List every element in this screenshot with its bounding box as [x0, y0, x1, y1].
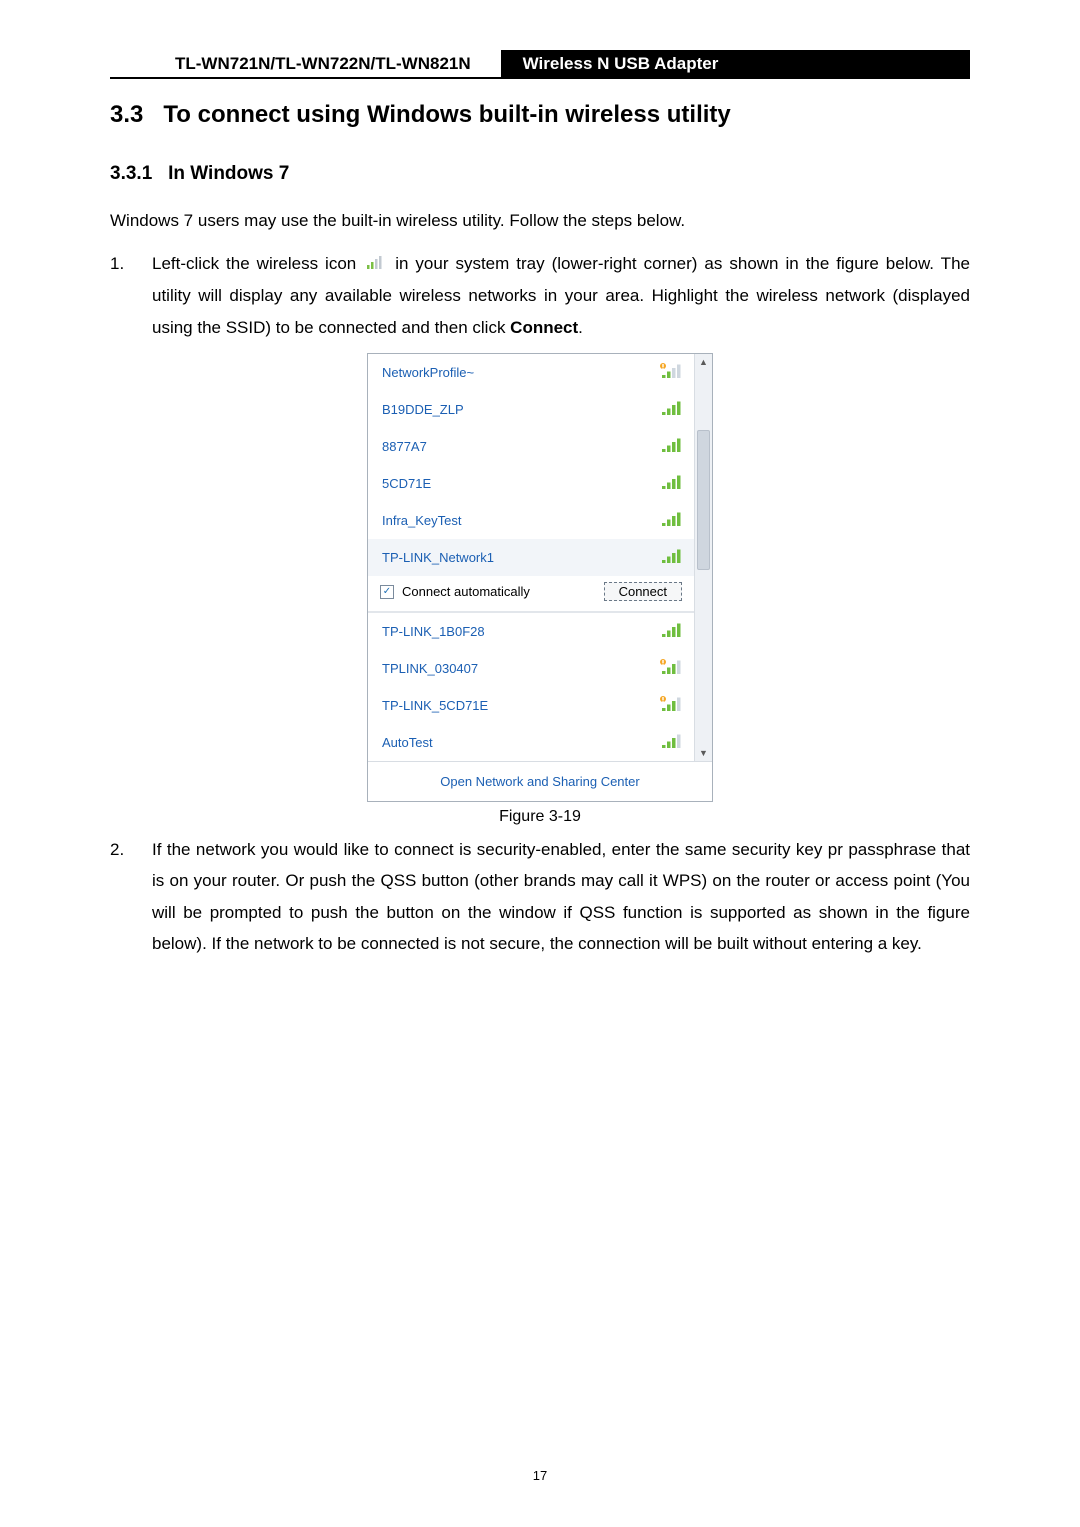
- wifi-ssid: 5CD71E: [382, 476, 431, 491]
- wifi-ssid: AutoTest: [382, 735, 433, 750]
- section-heading: 3.3 To connect using Windows built-in wi…: [110, 101, 970, 129]
- page-number: 17: [0, 1468, 1080, 1483]
- doc-header: TL-WN721N/TL-WN722N/TL-WN821N Wireless N…: [110, 50, 970, 79]
- wifi-network-row[interactable]: TP-LINK_1B0F28: [368, 612, 694, 650]
- signal-strength-icon: [660, 400, 682, 419]
- wifi-network-row[interactable]: TPLINK_030407: [368, 650, 694, 687]
- signal-strength-icon: [660, 548, 682, 567]
- step1-connect-word: Connect: [510, 318, 578, 337]
- wifi-flyout-panel: NetworkProfile~ B19DDE_ZLP 8877A7 5CD71E Inf…: [367, 353, 713, 802]
- scroll-track[interactable]: [695, 370, 712, 745]
- wifi-network-row[interactable]: B19DDE_ZLP: [368, 391, 694, 428]
- connect-auto-checkbox[interactable]: ✓: [380, 585, 394, 599]
- intro-paragraph: Windows 7 users may use the built-in wir…: [110, 207, 970, 236]
- wifi-ssid: TP-LINK_1B0F28: [382, 624, 485, 639]
- tray-wifi-icon: [366, 249, 385, 280]
- wifi-network-row[interactable]: TP-LINK_5CD71E: [368, 687, 694, 724]
- scroll-up-button[interactable]: ▲: [695, 354, 712, 370]
- wifi-network-row[interactable]: TP-LINK_Network1: [368, 539, 694, 576]
- wifi-ssid: B19DDE_ZLP: [382, 402, 464, 417]
- wifi-ssid: TP-LINK_Network1: [382, 550, 494, 565]
- header-model: TL-WN721N/TL-WN722N/TL-WN821N: [110, 50, 501, 77]
- step-2-number: 2.: [110, 834, 136, 960]
- wifi-ssid: TPLINK_030407: [382, 661, 478, 676]
- wifi-network-row[interactable]: NetworkProfile~: [368, 354, 694, 391]
- connect-button[interactable]: Connect: [604, 582, 682, 601]
- wifi-ssid: NetworkProfile~: [382, 365, 474, 380]
- wifi-ssid: 8877A7: [382, 439, 427, 454]
- step-1-number: 1.: [110, 248, 136, 343]
- wifi-ssid: TP-LINK_5CD71E: [382, 698, 488, 713]
- wifi-ssid: Infra_KeyTest: [382, 513, 462, 528]
- scrollbar[interactable]: ▲ ▼: [694, 354, 712, 761]
- wifi-network-row[interactable]: 8877A7: [368, 428, 694, 465]
- wifi-network-row[interactable]: Infra_KeyTest: [368, 502, 694, 539]
- signal-strength-icon: [660, 363, 682, 382]
- connect-auto-label: Connect automatically: [402, 584, 530, 599]
- step-2-text: If the network you would like to connect…: [152, 834, 970, 960]
- figure-caption: Figure 3-19: [110, 808, 970, 826]
- scroll-thumb[interactable]: [697, 430, 710, 570]
- header-product: Wireless N USB Adapter: [501, 50, 741, 77]
- subsection-number: 3.3.1: [110, 163, 152, 184]
- signal-strength-icon: [660, 696, 682, 715]
- step-1: 1. Left-click the wireless icon in your …: [110, 248, 970, 343]
- connect-row: ✓ Connect automatically Connect: [368, 576, 694, 612]
- subsection-title: In Windows 7: [168, 163, 289, 184]
- signal-strength-icon: [660, 511, 682, 530]
- signal-strength-icon: [660, 474, 682, 493]
- signal-strength-icon: [660, 622, 682, 641]
- signal-strength-icon: [660, 659, 682, 678]
- scroll-down-button[interactable]: ▼: [695, 745, 712, 761]
- step1-part-d: .: [578, 318, 583, 337]
- step-2: 2. If the network you would like to conn…: [110, 834, 970, 960]
- wifi-network-row[interactable]: AutoTest: [368, 724, 694, 761]
- section-number: 3.3: [110, 101, 143, 128]
- open-network-sharing-link[interactable]: Open Network and Sharing Center: [368, 761, 712, 801]
- step1-part-a: Left-click the wireless icon: [152, 254, 356, 273]
- signal-strength-icon: [660, 733, 682, 752]
- section-title: To connect using Windows built-in wirele…: [163, 101, 730, 128]
- wifi-network-row[interactable]: 5CD71E: [368, 465, 694, 502]
- signal-strength-icon: [660, 437, 682, 456]
- subsection-heading: 3.3.1 In Windows 7: [110, 163, 970, 185]
